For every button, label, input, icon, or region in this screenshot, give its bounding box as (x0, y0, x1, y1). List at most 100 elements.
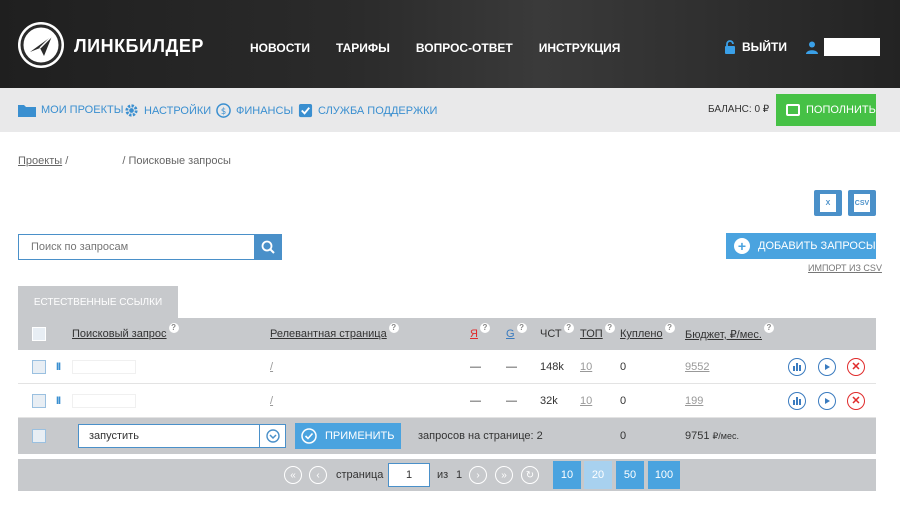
svg-text:$: $ (221, 106, 226, 116)
google-cell: — (506, 394, 517, 407)
help-icon[interactable]: ? (479, 323, 490, 333)
logo-text[interactable]: ЛИНКБИЛДЕР (74, 36, 204, 57)
select-all-checkbox[interactable] (32, 327, 46, 341)
row-checkbox-cell (32, 350, 46, 383)
pause-glyph: II (56, 360, 61, 373)
nav-instructions[interactable]: ИНСТРУКЦИЯ (539, 41, 621, 55)
query-value (72, 393, 136, 408)
yandex-cell: — (470, 394, 481, 407)
topup-button[interactable]: ПОПОЛНИТЬ (776, 94, 876, 126)
google-cell: — (506, 360, 517, 373)
footer-checkbox-cell (32, 418, 46, 454)
nav-tariffs[interactable]: ТАРИФЫ (336, 41, 390, 55)
query-cell (72, 350, 136, 383)
help-icon[interactable]: ? (604, 323, 615, 333)
bulk-action-select[interactable]: запустить (78, 424, 286, 448)
header-chst[interactable]: ЧСТ? (540, 318, 574, 350)
last-page-icon[interactable]: » (495, 466, 513, 484)
subnav-my-projects[interactable]: МОИ ПРОЕКТЫ (18, 103, 123, 117)
header-page[interactable]: Релевантная страница? (270, 318, 399, 350)
budget-cell[interactable]: 9552 (685, 350, 709, 383)
delete-button[interactable]: ✕ (847, 350, 865, 383)
user-name (824, 38, 880, 56)
subnav-finance[interactable]: $ ФИНАНСЫ (216, 103, 293, 118)
pause-icon[interactable]: II (56, 350, 61, 383)
folder-icon (18, 105, 36, 117)
export-csv-button[interactable]: CSV (848, 190, 876, 216)
play-button[interactable] (818, 384, 836, 417)
import-csv-link[interactable]: ИМПОРТ ИЗ CSV (808, 263, 882, 273)
page-size-100[interactable]: 100 (648, 461, 680, 489)
header-query[interactable]: Поисковый запрос? (72, 318, 179, 350)
check-icon (301, 428, 317, 444)
row-checkbox[interactable] (32, 393, 46, 408)
header-budget[interactable]: Бюджет, ₽/мес.? (685, 318, 774, 350)
chart-icon (788, 391, 806, 410)
chst-cell: 32k (540, 394, 558, 407)
row-checkbox[interactable] (32, 359, 46, 374)
top-cell[interactable]: 10 (580, 350, 592, 383)
top-cell[interactable]: 10 (580, 384, 592, 417)
nav-faq[interactable]: ВОПРОС-ОТВЕТ (416, 41, 513, 55)
support-icon (298, 103, 313, 118)
delete-button[interactable]: ✕ (847, 384, 865, 417)
pause-icon[interactable]: II (56, 384, 61, 417)
page-label: страница (336, 469, 384, 481)
search-input[interactable] (19, 235, 255, 259)
page-cell[interactable]: / (270, 350, 273, 383)
page-size-10[interactable]: 10 (553, 461, 581, 489)
user-icon (806, 41, 818, 54)
close-icon: ✕ (847, 391, 865, 410)
table-footer: запустить ПРИМЕНИТЬ запросов на странице… (18, 418, 876, 454)
next-page-icon[interactable]: › (469, 466, 487, 484)
subnav-support[interactable]: СЛУЖБА ПОДДЕРЖКИ (298, 103, 437, 118)
balance: БАЛАНС: 0 ₽ (708, 104, 770, 115)
header-bought[interactable]: Куплено? (620, 318, 675, 350)
export-excel-button[interactable]: X (814, 190, 842, 216)
budget-cell[interactable]: 199 (685, 384, 703, 417)
page-value: / (270, 360, 274, 373)
header-yandex[interactable]: Я? (470, 318, 490, 350)
page-cell[interactable]: / (270, 384, 273, 417)
help-icon[interactable]: ? (763, 323, 774, 333)
play-button[interactable] (818, 350, 836, 383)
table-row: II / — — 148k 10 0 9552 ✕ (18, 350, 876, 384)
help-icon[interactable]: ? (516, 323, 527, 333)
breadcrumb-projects[interactable]: Проекты (18, 155, 62, 167)
page-input[interactable]: 1 (388, 463, 430, 487)
lock-icon (725, 40, 735, 54)
help-icon[interactable]: ? (664, 323, 675, 333)
play-icon (818, 357, 836, 376)
header-top[interactable]: ТОП? (580, 318, 615, 350)
prev-page-icon[interactable]: ‹ (309, 466, 327, 484)
help-icon[interactable]: ? (388, 323, 399, 333)
nav-news[interactable]: НОВОСТИ (250, 41, 310, 55)
subnav-settings[interactable]: НАСТРОЙКИ (124, 103, 211, 118)
breadcrumb-current: / Поисковые запросы (122, 155, 231, 167)
help-icon[interactable]: ? (168, 323, 179, 333)
first-page-icon[interactable]: « (284, 466, 302, 484)
yandex-cell: — (470, 360, 481, 373)
page-size-50[interactable]: 50 (616, 461, 644, 489)
gear-icon (125, 104, 138, 117)
user-menu[interactable] (806, 38, 880, 56)
refresh-icon[interactable]: ↻ (521, 466, 539, 484)
search-button[interactable] (254, 234, 282, 260)
row-checkbox-cell (32, 384, 46, 417)
header-google[interactable]: G? (506, 318, 527, 350)
stats-button[interactable] (788, 350, 806, 383)
page-value: / (270, 394, 274, 407)
add-queries-button[interactable]: + ДОБАВИТЬ ЗАПРОСЫ (726, 233, 876, 259)
stats-button[interactable] (788, 384, 806, 417)
logo-icon[interactable] (18, 22, 64, 68)
play-icon (818, 391, 836, 410)
help-icon[interactable]: ? (563, 323, 574, 333)
header-page-label: Релевантная страница (270, 328, 387, 340)
logout-label: ВЫЙТИ (742, 40, 787, 54)
page-size-20[interactable]: 20 (584, 461, 612, 489)
logout-button[interactable]: ВЫЙТИ (724, 40, 787, 54)
footer-checkbox[interactable] (32, 429, 46, 443)
tab-natural-links[interactable]: ЕСТЕСТВЕННЫЕ ССЫЛКИ (18, 286, 178, 318)
budget-value: 9552 (685, 360, 710, 373)
apply-button[interactable]: ПРИМЕНИТЬ (295, 423, 401, 449)
